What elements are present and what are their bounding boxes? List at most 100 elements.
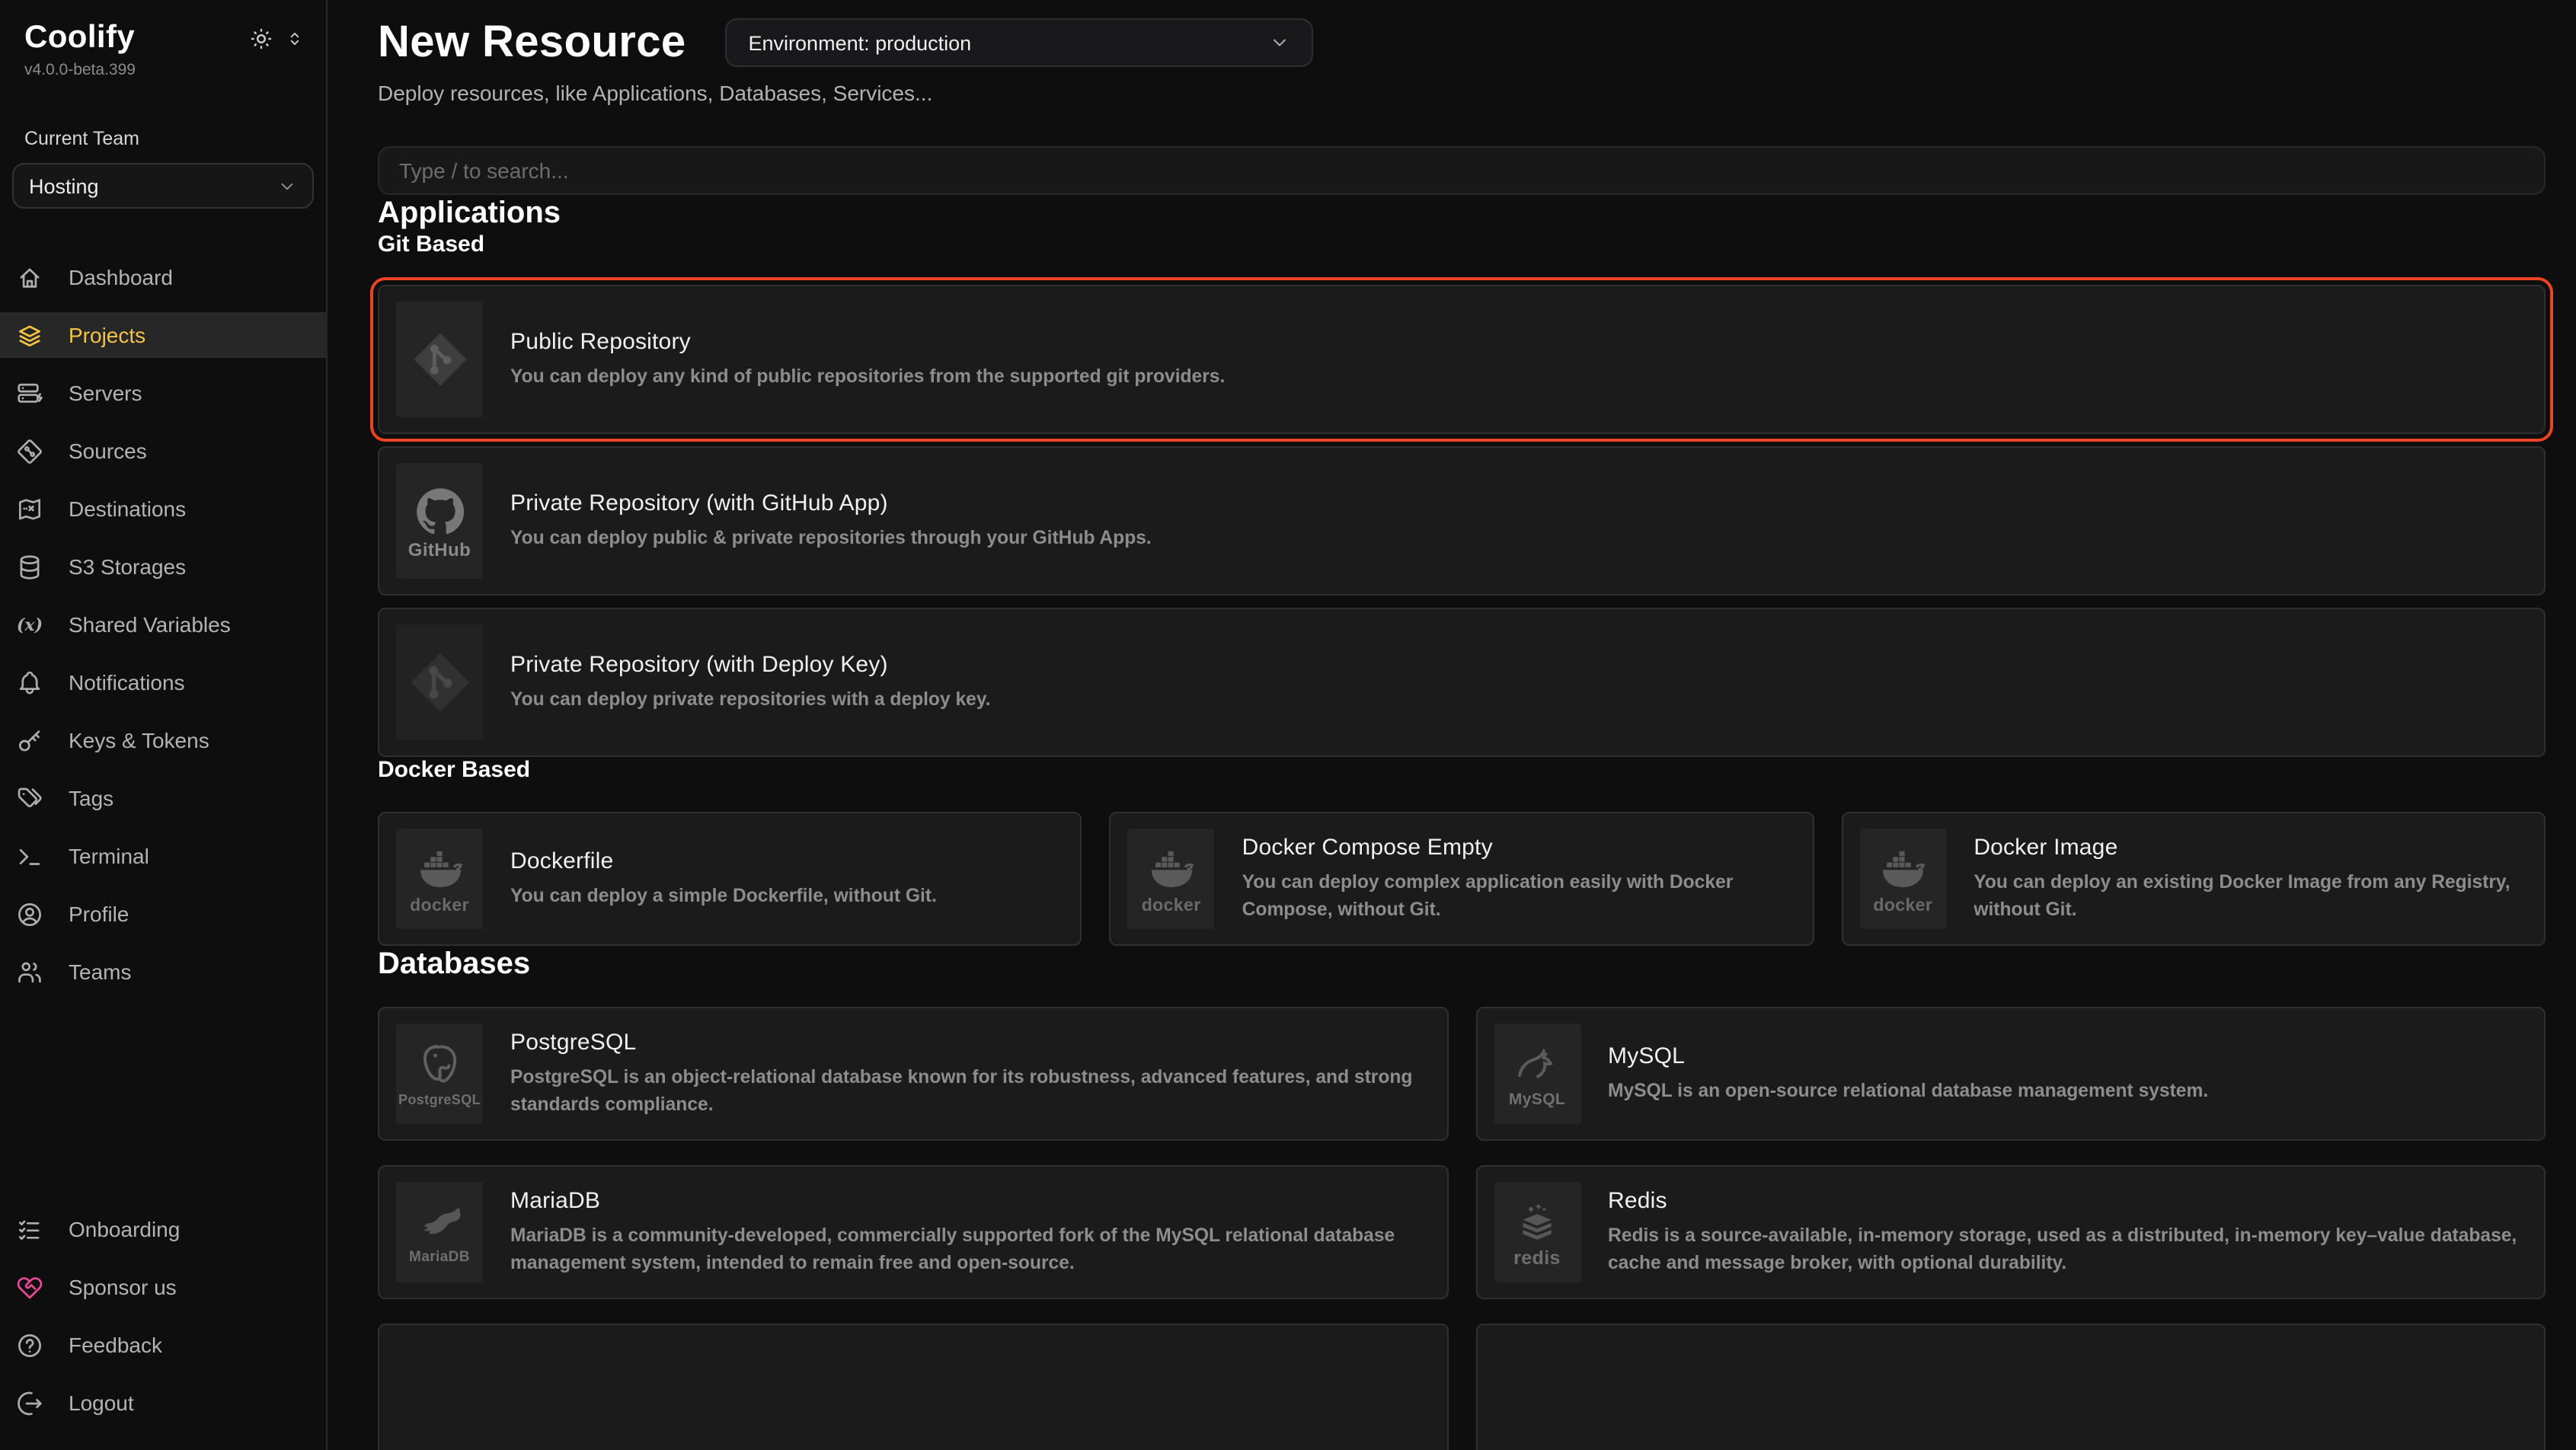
sidebar-item-teams[interactable]: Teams <box>0 949 326 995</box>
card-dockerfile[interactable]: docker Dockerfile You can deploy a simpl… <box>378 812 1082 946</box>
card-title: Private Repository (with GitHub App) <box>510 490 1152 516</box>
sidebar-item-label: Destinations <box>69 497 186 521</box>
sidebar-item-projects[interactable]: Projects <box>0 312 326 358</box>
card-mariadb[interactable]: MariaDB MariaDB MariaDB is a community-d… <box>378 1165 1448 1299</box>
card-title: MySQL <box>1608 1043 2208 1069</box>
docker-logo-caption: docker <box>410 896 469 915</box>
card-title: Docker Image <box>1974 834 2526 860</box>
sidebar-item-label: Onboarding <box>69 1217 180 1241</box>
sidebar-item-label: Servers <box>69 381 142 405</box>
card-title: PostgreSQL <box>510 1029 1428 1055</box>
home-icon <box>15 263 44 292</box>
chevron-down-icon <box>1270 32 1291 53</box>
sidebar-item-destinations[interactable]: Destinations <box>0 486 326 532</box>
logout-icon <box>15 1388 44 1417</box>
sidebar-item-label: Tags <box>69 786 113 810</box>
sidebar-item-shared-variables[interactable]: (x) Shared Variables <box>0 602 326 647</box>
docker-logo-icon: docker <box>1128 829 1215 929</box>
key-icon <box>15 726 44 755</box>
sidebar-item-onboarding[interactable]: Onboarding <box>0 1206 326 1252</box>
team-select-value: Hosting <box>29 174 99 197</box>
sidebar-item-feedback[interactable]: Feedback <box>0 1322 326 1368</box>
card-description: You can deploy complex application easil… <box>1242 867 1795 924</box>
search-input[interactable] <box>378 146 2546 195</box>
card-partially-visible[interactable] <box>1475 1324 2546 1450</box>
card-postgresql[interactable]: PostgreSQL PostgreSQL PostgreSQL is an o… <box>378 1007 1448 1141</box>
git-logo-icon <box>396 624 483 740</box>
sidebar-item-label: Profile <box>69 902 129 926</box>
variables-icon: (x) <box>15 610 44 639</box>
card-title: Redis <box>1608 1187 2526 1213</box>
heart-handshake-icon <box>15 1273 44 1301</box>
map-icon <box>15 494 44 523</box>
sidebar-item-dashboard[interactable]: Dashboard <box>0 254 326 300</box>
card-title: Dockerfile <box>510 848 937 874</box>
card-private-repository-deploy-key[interactable]: Private Repository (with Deploy Key) You… <box>378 608 2546 757</box>
redis-logo-caption: redis <box>1513 1248 1561 1266</box>
card-description: You can deploy an existing Docker Image … <box>1974 867 2526 924</box>
sidebar-item-terminal[interactable]: Terminal <box>0 833 326 879</box>
sidebar: Coolify v4.0.0-beta.399 Current Team Hos… <box>0 0 328 1450</box>
sidebar-item-label: Sources <box>69 439 147 463</box>
postgresql-logo-icon: PostgreSQL <box>396 1024 483 1124</box>
card-description: MySQL is an open-source relational datab… <box>1608 1077 2208 1105</box>
docker-logo-caption: docker <box>1873 896 1932 915</box>
sidebar-item-servers[interactable]: Servers <box>0 370 326 416</box>
page-title: New Resource <box>378 18 686 68</box>
team-select[interactable]: Hosting <box>12 163 314 209</box>
mariadb-logo-caption: MariaDB <box>409 1248 470 1266</box>
sun-icon[interactable] <box>248 25 274 51</box>
sidebar-item-sponsor-us[interactable]: Sponsor us <box>0 1264 326 1310</box>
github-logo-icon: GitHub <box>396 463 483 579</box>
app-logo[interactable]: Coolify <box>24 20 135 56</box>
selector-icon[interactable] <box>285 28 305 48</box>
sidebar-item-s3-storages[interactable]: S3 Storages <box>0 544 326 589</box>
card-description: You can deploy public & private reposito… <box>510 524 1152 552</box>
environment-select[interactable]: Environment: production <box>726 18 1314 67</box>
card-description: PostgreSQL is an object-relational datab… <box>510 1062 1428 1119</box>
database-icon <box>15 552 44 581</box>
current-team-label: Current Team <box>0 79 326 149</box>
terminal-icon <box>15 842 44 870</box>
docker-logo-caption: docker <box>1142 896 1201 915</box>
app-version: v4.0.0-beta.399 <box>0 56 326 79</box>
card-title: Public Repository <box>510 329 1225 355</box>
card-description: Redis is a source-available, in-memory s… <box>1608 1221 2526 1277</box>
card-redis[interactable]: redis Redis Redis is a source-available,… <box>1475 1165 2546 1299</box>
sidebar-item-keys-tokens[interactable]: Keys & Tokens <box>0 717 326 763</box>
sidebar-item-profile[interactable]: Profile <box>0 891 326 937</box>
tags-icon <box>15 784 44 813</box>
sidebar-item-tags[interactable]: Tags <box>0 775 326 821</box>
card-public-repository[interactable]: Public Repository You can deploy any kin… <box>378 285 2546 434</box>
sidebar-item-notifications[interactable]: Notifications <box>0 660 326 705</box>
page-header: New Resource Environment: production <box>378 15 2546 70</box>
server-icon <box>15 378 44 407</box>
bell-icon <box>15 668 44 697</box>
applications-section-title: Applications <box>378 195 2546 232</box>
sidebar-item-sources[interactable]: Sources <box>0 428 326 474</box>
card-private-repository-github-app[interactable]: GitHub Private Repository (with GitHub A… <box>378 446 2546 596</box>
sidebar-item-logout[interactable]: Logout <box>0 1380 326 1426</box>
docker-based-cards: docker Dockerfile You can deploy a simpl… <box>378 812 2546 946</box>
card-description: You can deploy a simple Dockerfile, with… <box>510 882 937 910</box>
card-docker-image[interactable]: docker Docker Image You can deploy an ex… <box>1841 812 2546 946</box>
users-icon <box>15 957 44 986</box>
card-docker-compose-empty[interactable]: docker Docker Compose Empty You can depl… <box>1110 812 1814 946</box>
card-partially-visible[interactable] <box>378 1324 1448 1450</box>
card-description: MariaDB is a community-developed, commer… <box>510 1221 1428 1277</box>
sidebar-item-label: Teams <box>69 960 131 984</box>
git-based-cards: Public Repository You can deploy any kin… <box>378 285 2546 757</box>
docker-logo-icon: docker <box>396 829 483 929</box>
card-mysql[interactable]: MySQL MySQL MySQL is an open-source rela… <box>1475 1007 2546 1141</box>
card-title: MariaDB <box>510 1187 1428 1213</box>
main-content: New Resource Environment: production Dep… <box>328 0 2576 1450</box>
docker-logo-icon: docker <box>1859 829 1946 929</box>
sidebar-item-label: Logout <box>69 1391 134 1415</box>
card-description: You can deploy any kind of public reposi… <box>510 362 1225 391</box>
postgresql-logo-caption: PostgreSQL <box>398 1090 481 1108</box>
layers-icon <box>15 321 44 350</box>
sidebar-item-label: S3 Storages <box>69 554 186 579</box>
sidebar-nav: Dashboard Projects Servers Sources Desti… <box>0 254 326 1007</box>
mariadb-logo-icon: MariaDB <box>396 1182 483 1282</box>
sidebar-item-label: Shared Variables <box>69 612 231 637</box>
